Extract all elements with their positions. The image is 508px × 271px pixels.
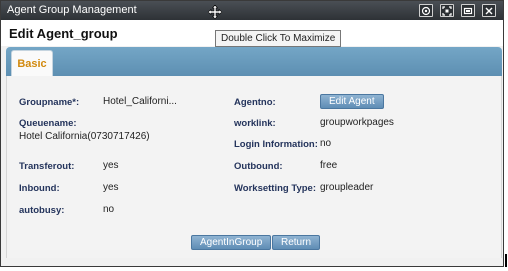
resize-handle[interactable] bbox=[505, 254, 507, 267]
worklink-value: groupworkpages bbox=[320, 117, 394, 128]
return-button[interactable]: Return bbox=[272, 235, 321, 250]
outbound-value: free bbox=[320, 160, 338, 171]
login-information-label: Login Information: bbox=[234, 139, 318, 150]
agentno-label: Agentno: bbox=[234, 97, 276, 108]
worklink-label: worklink: bbox=[234, 118, 276, 129]
agent-in-group-button[interactable]: AgentInGroup bbox=[191, 235, 272, 250]
close-icon[interactable] bbox=[482, 4, 496, 17]
tab-bar: Basic bbox=[6, 47, 502, 76]
transferout-value: yes bbox=[103, 160, 119, 171]
edit-agent-button[interactable]: Edit Agent bbox=[320, 94, 384, 109]
inbound-label: Inbound: bbox=[19, 183, 60, 194]
login-information-value: no bbox=[320, 138, 332, 149]
maximize-icon[interactable] bbox=[440, 4, 454, 17]
tab-basic[interactable]: Basic bbox=[11, 50, 53, 76]
autobusy-label: autobusy: bbox=[19, 205, 65, 216]
autobusy-value: no bbox=[103, 204, 115, 215]
outbound-label: Outbound: bbox=[234, 161, 283, 172]
window-title: Agent Group Management bbox=[7, 4, 137, 16]
worksetting-type-value: groupleader bbox=[320, 182, 374, 193]
groupname-label: Groupname*: bbox=[19, 97, 80, 108]
worksetting-type-label: Worksetting Type: bbox=[234, 183, 316, 194]
page-title: Edit Agent_group bbox=[9, 26, 118, 41]
queuename-value: Hotel California(0730717426) bbox=[19, 131, 150, 142]
agent-group-window: Agent Group Management Edit Agent_group … bbox=[0, 0, 504, 267]
maximize-tooltip: Double Click To Maximize bbox=[215, 30, 342, 47]
settings-window-icon[interactable] bbox=[419, 4, 433, 17]
transferout-label: Transferout: bbox=[19, 161, 75, 172]
move-cursor-icon bbox=[208, 5, 222, 19]
inbound-value: yes bbox=[103, 182, 119, 193]
groupname-value: Hotel_Californi... bbox=[103, 96, 177, 107]
queuename-label: Queuename: bbox=[19, 118, 77, 129]
restore-icon[interactable] bbox=[461, 4, 475, 17]
